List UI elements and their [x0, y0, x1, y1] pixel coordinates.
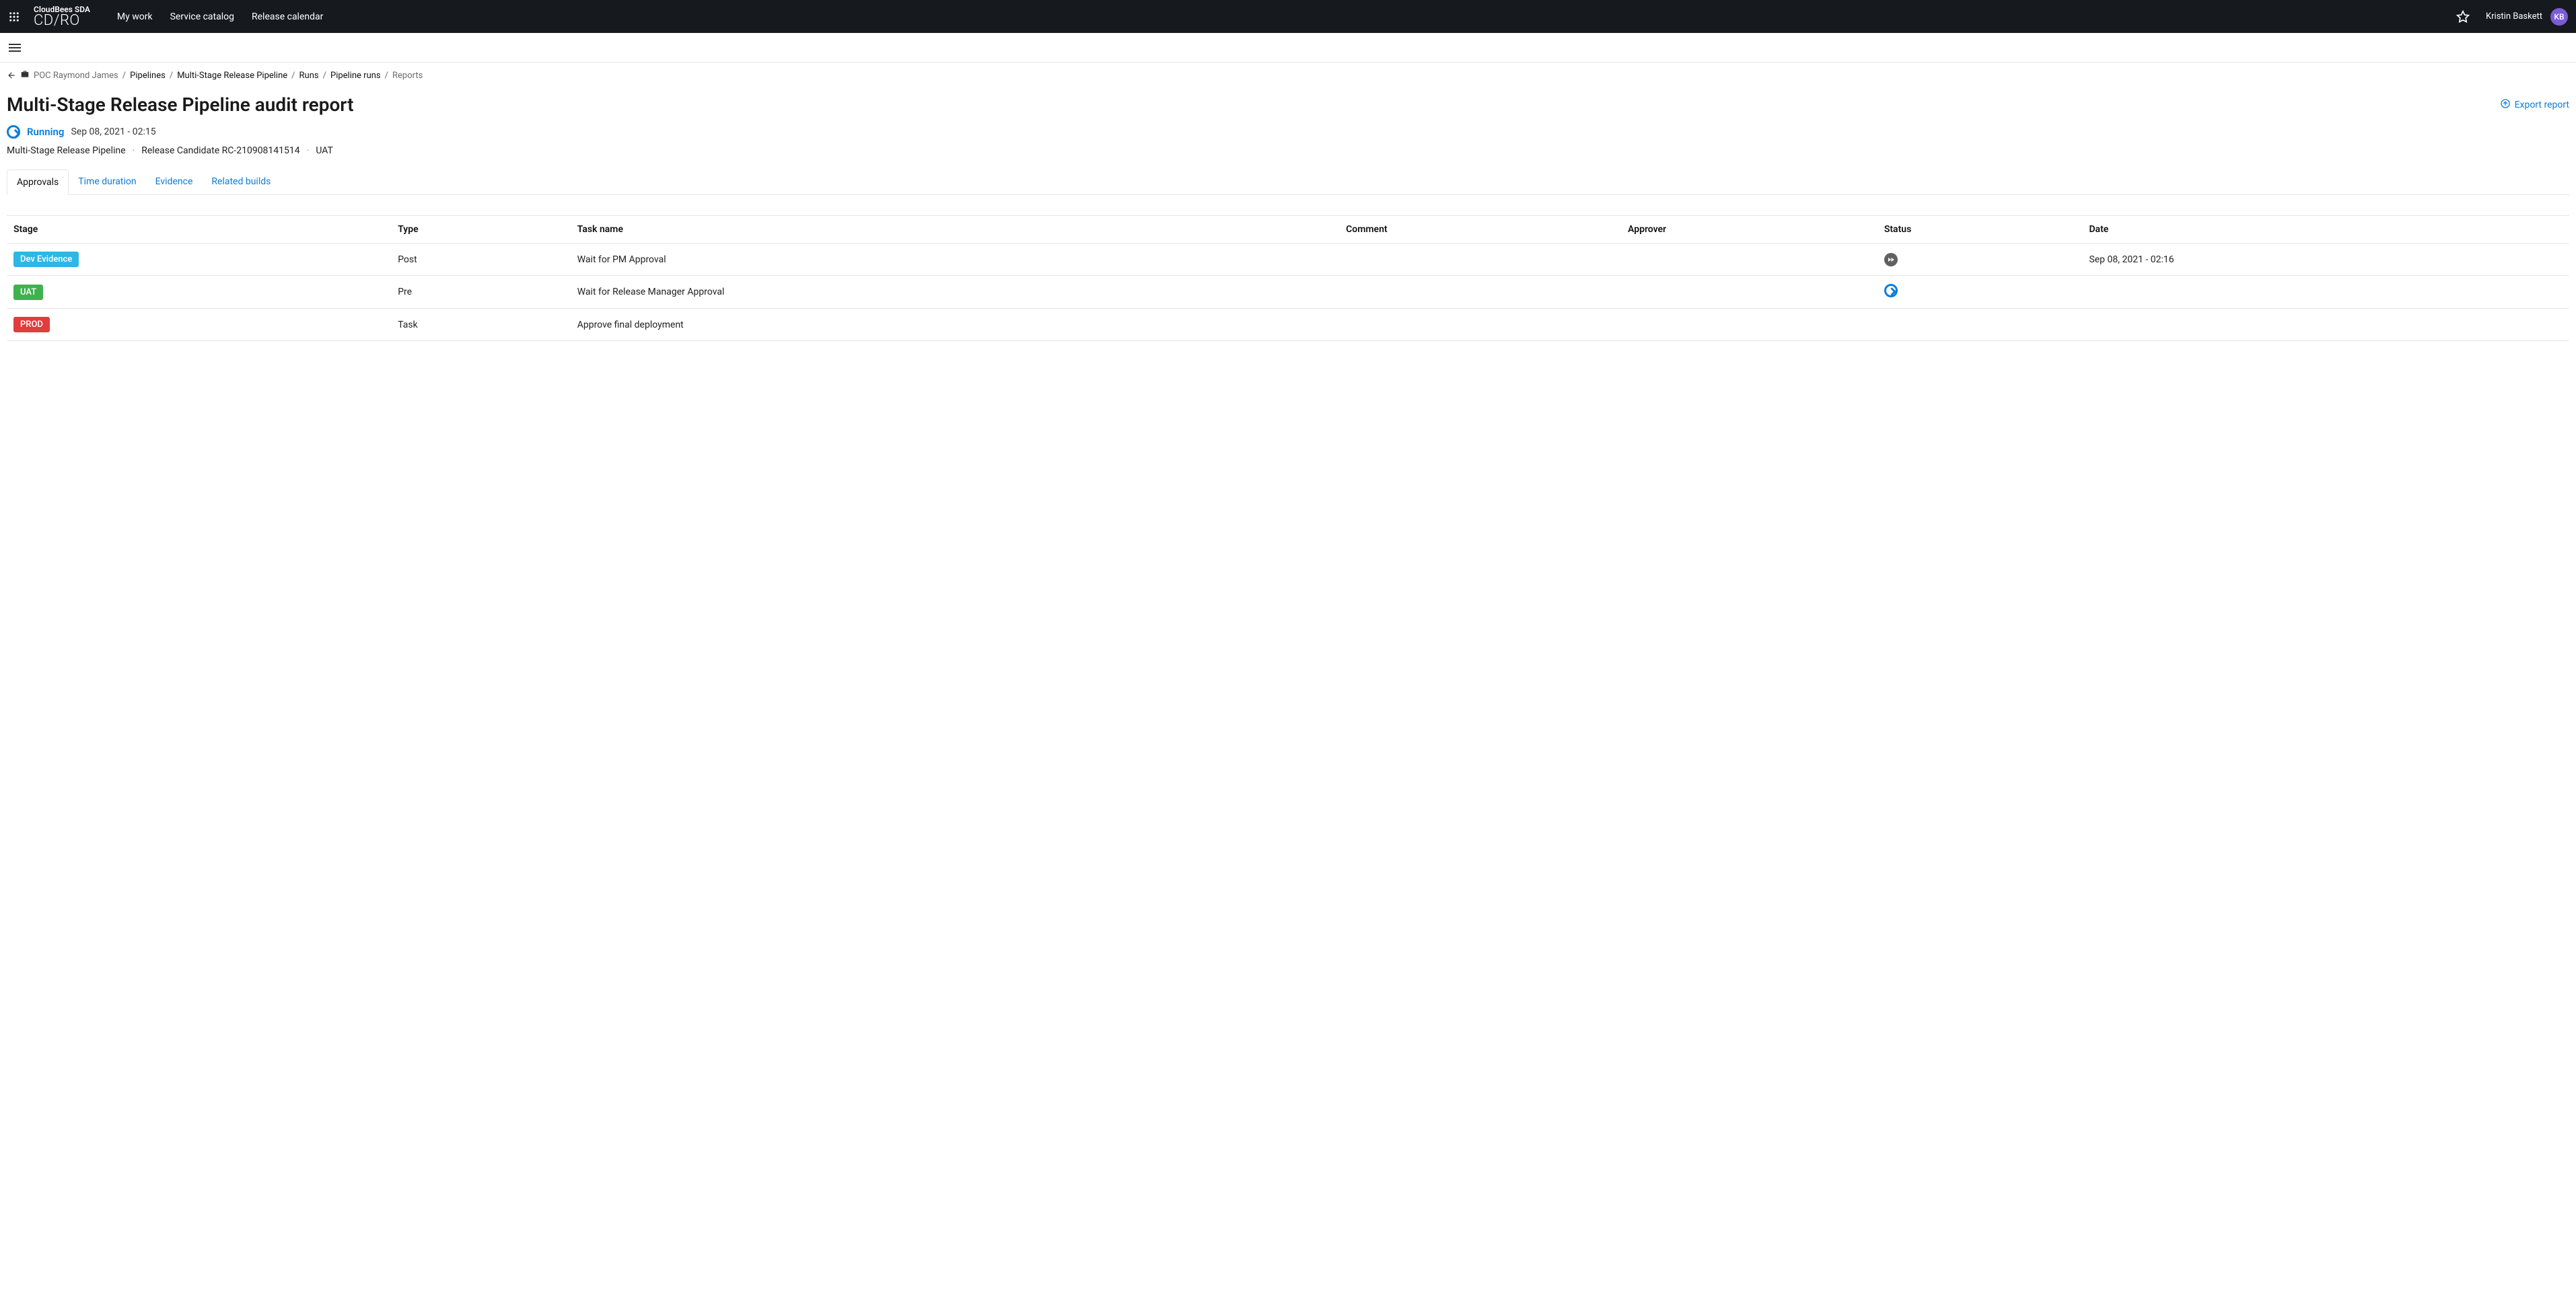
col-taskname: Task name	[571, 216, 1339, 244]
cell-approver	[1621, 276, 1877, 309]
cell-task-name: Wait for PM Approval	[571, 244, 1339, 276]
cell-task-name: Approve final deployment	[571, 309, 1339, 341]
table-row: PROD TaskApprove final deployment	[7, 309, 2569, 341]
status-label: Running	[27, 126, 64, 138]
stage-badge: PROD	[13, 317, 50, 332]
breadcrumb-current: Reports	[392, 71, 423, 81]
sub-pipeline: Multi-Stage Release Pipeline	[7, 145, 126, 156]
col-date: Date	[2082, 216, 2569, 244]
briefcase-icon	[20, 69, 30, 81]
cell-date	[2082, 276, 2569, 309]
cell-status	[1877, 309, 2083, 341]
running-status-icon	[1884, 284, 1898, 297]
tab-time-duration[interactable]: Time duration	[69, 170, 145, 194]
col-approver: Approver	[1621, 216, 1877, 244]
col-stage: Stage	[7, 216, 391, 244]
brand[interactable]: CloudBees SDA CD/RO	[34, 5, 90, 28]
table-header-row: Stage Type Task name Comment Approver St…	[7, 216, 2569, 244]
cell-approver	[1621, 244, 1877, 276]
col-status: Status	[1877, 216, 2083, 244]
export-report-label: Export report	[2515, 100, 2569, 110]
page-title: Multi-Stage Release Pipeline audit repor…	[7, 94, 353, 116]
cell-comment	[1339, 244, 1621, 276]
cell-approver	[1621, 309, 1877, 341]
breadcrumb-pipeline-name[interactable]: Multi-Stage Release Pipeline	[177, 71, 287, 81]
brand-bottom: CD/RO	[34, 13, 90, 28]
cell-comment	[1339, 276, 1621, 309]
cell-date: Sep 08, 2021 - 02:16	[2082, 244, 2569, 276]
breadcrumb-pipeline-runs[interactable]: Pipeline runs	[330, 71, 381, 81]
cell-status	[1877, 276, 2083, 309]
export-arrow-icon	[2500, 98, 2511, 112]
star-icon[interactable]	[2456, 10, 2470, 24]
nav-my-work[interactable]: My work	[117, 11, 153, 22]
tabs: Approvals Time duration Evidence Related…	[7, 170, 2569, 195]
approvals-table: Stage Type Task name Comment Approver St…	[7, 215, 2569, 341]
export-report-button[interactable]: Export report	[2500, 98, 2569, 112]
avatar[interactable]: KB	[2550, 8, 2568, 26]
user-name[interactable]: Kristin Baskett	[2486, 11, 2542, 22]
breadcrumb-runs[interactable]: Runs	[299, 71, 319, 81]
cell-type: Task	[391, 309, 571, 341]
stage-badge: Dev Evidence	[13, 252, 79, 267]
stage-badge: UAT	[13, 285, 43, 300]
nav-links: My work Service catalog Release calendar	[117, 11, 323, 22]
cell-comment	[1339, 309, 1621, 341]
cell-status	[1877, 244, 2083, 276]
breadcrumb: POC Raymond James / Pipelines / Multi-St…	[0, 63, 2576, 81]
back-arrow-icon[interactable]	[7, 71, 16, 80]
page-content: Multi-Stage Release Pipeline audit repor…	[0, 81, 2576, 348]
nav-service-catalog[interactable]: Service catalog	[170, 11, 234, 22]
tab-evidence[interactable]: Evidence	[146, 170, 203, 194]
cell-task-name: Wait for Release Manager Approval	[571, 276, 1339, 309]
table-row: Dev Evidence PostWait for PM Approval Sep …	[7, 244, 2569, 276]
top-header: CloudBees SDA CD/RO My work Service cata…	[0, 0, 2576, 33]
second-bar	[0, 33, 2576, 63]
sub-info: Multi-Stage Release Pipeline · Release C…	[7, 145, 2569, 156]
cell-type: Post	[391, 244, 571, 276]
hamburger-icon[interactable]	[7, 40, 23, 56]
nav-release-calendar[interactable]: Release calendar	[252, 11, 323, 22]
tab-approvals[interactable]: Approvals	[7, 170, 69, 195]
breadcrumb-pipelines[interactable]: Pipelines	[130, 71, 166, 81]
apps-grid-icon[interactable]	[8, 11, 20, 23]
col-type: Type	[391, 216, 571, 244]
sub-env: UAT	[316, 145, 333, 156]
breadcrumb-project[interactable]: POC Raymond James	[34, 71, 118, 81]
col-comment: Comment	[1339, 216, 1621, 244]
sub-release: Release Candidate RC-210908141514	[141, 145, 299, 156]
cell-date	[2082, 309, 2569, 341]
running-status-icon	[7, 125, 20, 139]
tab-related-builds[interactable]: Related builds	[202, 170, 280, 194]
status-date: Sep 08, 2021 - 02:15	[71, 126, 155, 137]
table-row: UAT PreWait for Release Manager Approval	[7, 276, 2569, 309]
skip-status-icon	[1884, 253, 1898, 266]
cell-type: Pre	[391, 276, 571, 309]
status-row: Running Sep 08, 2021 - 02:15	[7, 125, 2569, 139]
